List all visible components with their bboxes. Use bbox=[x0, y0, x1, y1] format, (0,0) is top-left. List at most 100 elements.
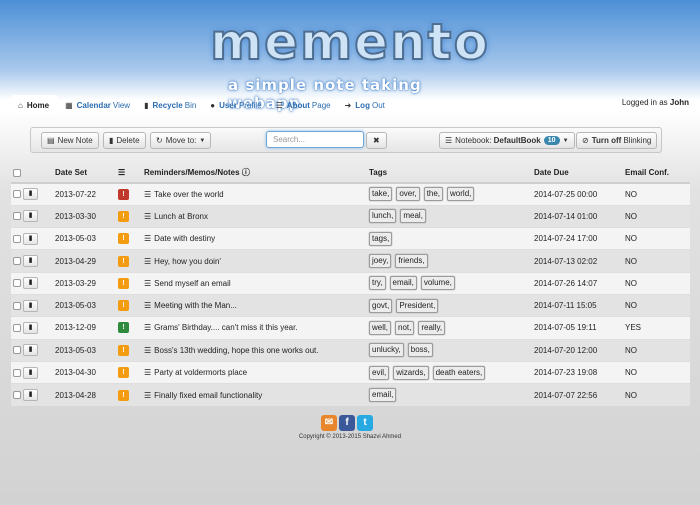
table-row[interactable]: ▮ 2013-04-30! ☰ Party at voldermorts place e… bbox=[11, 360, 690, 384]
row-checkbox[interactable] bbox=[13, 323, 21, 332]
list-icon: ☰ bbox=[144, 234, 152, 244]
delete-row-button[interactable]: ▮ bbox=[23, 366, 38, 379]
email-conf-cell: NO bbox=[623, 227, 690, 250]
email-conf-cell: NO bbox=[623, 182, 690, 206]
delete-row-button[interactable]: ▮ bbox=[23, 344, 38, 357]
facebook-icon[interactable]: f bbox=[339, 415, 355, 431]
tag-badge[interactable]: death eaters, bbox=[432, 365, 486, 380]
table-row[interactable]: ▮ 2013-05-03! ☰ Boss's 13th wedding, hope t… bbox=[11, 338, 690, 362]
tag-badge[interactable]: wizards, bbox=[393, 365, 429, 380]
note-cell[interactable]: ☰ Finally fixed email functionality bbox=[142, 383, 367, 406]
toggle-blinking-button[interactable]: ⊘ Turn off Blinking bbox=[576, 132, 658, 149]
status-indicator-icon[interactable]: ! bbox=[118, 322, 129, 334]
note-cell[interactable]: ☰ Take over the world bbox=[142, 182, 367, 206]
trash-icon: ▮ bbox=[28, 391, 33, 399]
table-row[interactable]: ▮ 2013-04-29! ☰ Hey, how you doin' joey, frie… bbox=[11, 249, 690, 273]
row-checkbox[interactable] bbox=[13, 257, 21, 266]
col-tags: Tags bbox=[367, 163, 532, 184]
note-cell[interactable]: ☰ Hey, how you doin' bbox=[142, 249, 367, 273]
nav-home[interactable]: ⌂ Home bbox=[11, 95, 59, 115]
tag-badge[interactable]: lunch, bbox=[369, 209, 397, 224]
toolbar: ▤ New Note ▮ Delete ↻ Move to: ▼ ✖ ☰ Not… bbox=[30, 127, 662, 153]
tag-badge[interactable]: email, bbox=[369, 388, 397, 403]
move-to-dropdown[interactable]: ↻ Move to: ▼ bbox=[150, 132, 212, 149]
tag-badge[interactable]: over, bbox=[396, 187, 420, 202]
note-cell[interactable]: ☰ Date with destiny bbox=[142, 227, 367, 250]
note-cell[interactable]: ☰ Send myself an email bbox=[142, 271, 367, 295]
note-cell[interactable]: ☰ Lunch at Bronx bbox=[142, 204, 367, 228]
table-row[interactable]: ▮ 2013-04-28! ☰ Finally fixed email functio… bbox=[11, 383, 690, 406]
delete-button[interactable]: ▮ Delete bbox=[103, 132, 146, 149]
notes-table: Date Set ☰ Reminders/Memos/Notes ⓘ Tags … bbox=[11, 163, 690, 406]
delete-row-button[interactable]: ▮ bbox=[23, 188, 38, 201]
row-checkbox[interactable] bbox=[13, 346, 21, 355]
row-checkbox[interactable] bbox=[13, 301, 21, 310]
tag-badge[interactable]: tags, bbox=[369, 231, 393, 246]
tag-badge[interactable]: joey, bbox=[369, 254, 392, 269]
table-row[interactable]: ▮ 2013-03-30! ☰ Lunch at Bronx lunch, meal, 20… bbox=[11, 204, 690, 228]
status-indicator-icon[interactable]: ! bbox=[118, 344, 129, 356]
tag-badge[interactable]: well, bbox=[369, 320, 392, 335]
tag-badge[interactable]: really, bbox=[418, 320, 446, 335]
nav-logout[interactable]: ➜ Log Out bbox=[338, 95, 392, 115]
tag-badge[interactable]: the, bbox=[423, 187, 444, 202]
notebook-dropdown[interactable]: ☰ Notebook: DefaultBook 10 ▼ bbox=[439, 132, 575, 149]
row-checkbox[interactable] bbox=[13, 368, 21, 377]
status-indicator-icon[interactable]: ! bbox=[118, 255, 129, 267]
tag-badge[interactable]: try, bbox=[369, 276, 386, 291]
row-checkbox[interactable] bbox=[13, 190, 21, 199]
nav-user-profile[interactable]: ● User Profile bbox=[203, 95, 268, 115]
nav-recycle-bin[interactable]: ▮ Recycle Bin bbox=[137, 95, 203, 115]
delete-row-button[interactable]: ▮ bbox=[23, 277, 38, 290]
new-note-button[interactable]: ▤ New Note bbox=[41, 132, 99, 149]
table-row[interactable]: ▮ 2013-05-03! ☰ Meeting with the Man... govt… bbox=[11, 293, 690, 317]
row-checkbox[interactable] bbox=[13, 279, 21, 288]
status-indicator-icon[interactable]: ! bbox=[118, 188, 129, 200]
status-indicator-icon[interactable]: ! bbox=[118, 300, 129, 312]
status-indicator-icon[interactable]: ! bbox=[118, 233, 129, 245]
trash-icon: ▮ bbox=[28, 190, 33, 198]
tag-badge[interactable]: evil, bbox=[369, 365, 390, 380]
note-cell[interactable]: ☰ Boss's 13th wedding, hope this one work… bbox=[142, 338, 367, 362]
select-all-checkbox[interactable] bbox=[13, 168, 21, 177]
delete-row-button[interactable]: ▮ bbox=[23, 299, 38, 312]
email-icon[interactable]: ✉ bbox=[321, 415, 337, 431]
row-checkbox[interactable] bbox=[13, 212, 21, 221]
tag-badge[interactable]: govt, bbox=[369, 298, 393, 313]
table-row[interactable]: ▮ 2013-03-29! ☰ Send myself an email try, ema… bbox=[11, 271, 690, 295]
status-indicator-icon[interactable]: ! bbox=[118, 367, 129, 379]
tag-badge[interactable]: President, bbox=[396, 298, 439, 313]
nav-calendar[interactable]: ▦ Calendar View bbox=[58, 95, 137, 115]
tag-badge[interactable]: unlucky, bbox=[369, 343, 404, 358]
nav-about[interactable]: ☰ About Page bbox=[269, 95, 338, 115]
delete-row-button[interactable]: ▮ bbox=[23, 210, 38, 223]
status-indicator-icon[interactable]: ! bbox=[118, 210, 129, 222]
clear-search-button[interactable]: ✖ bbox=[366, 132, 387, 149]
twitter-icon[interactable]: t bbox=[357, 415, 373, 431]
tag-badge[interactable]: not, bbox=[395, 320, 415, 335]
tag-badge[interactable]: take, bbox=[369, 187, 393, 202]
tag-badge[interactable]: email, bbox=[389, 276, 417, 291]
note-cell[interactable]: ☰ Party at voldermorts place bbox=[142, 360, 367, 384]
table-row[interactable]: ▮ 2013-05-03! ☰ Date with destiny tags, 2014-… bbox=[11, 227, 690, 250]
row-checkbox[interactable] bbox=[13, 391, 21, 400]
tag-badge[interactable]: world, bbox=[447, 187, 475, 202]
delete-row-button[interactable]: ▮ bbox=[23, 389, 38, 402]
note-cell[interactable]: ☰ Grams' Birthday.... can't miss it this … bbox=[142, 316, 367, 340]
table-row[interactable]: ▮ 2013-07-22! ☰ Take over the world take, ove… bbox=[11, 182, 690, 206]
tag-badge[interactable]: boss, bbox=[407, 343, 433, 358]
tag-badge[interactable]: friends, bbox=[395, 254, 428, 269]
trash-icon: ▮ bbox=[28, 368, 33, 376]
search-input[interactable] bbox=[266, 131, 364, 148]
note-cell[interactable]: ☰ Meeting with the Man... bbox=[142, 293, 367, 317]
delete-row-button[interactable]: ▮ bbox=[23, 255, 38, 268]
status-indicator-icon[interactable]: ! bbox=[118, 389, 129, 401]
tag-badge[interactable]: meal, bbox=[400, 209, 426, 224]
row-checkbox[interactable] bbox=[13, 234, 21, 243]
table-row[interactable]: ▮ 2013-12-09! ☰ Grams' Birthday.... can't m… bbox=[11, 316, 690, 340]
email-conf-cell: NO bbox=[623, 338, 690, 362]
delete-row-button[interactable]: ▮ bbox=[23, 321, 38, 334]
delete-row-button[interactable]: ▮ bbox=[23, 232, 38, 245]
status-indicator-icon[interactable]: ! bbox=[118, 277, 129, 289]
tag-badge[interactable]: volume, bbox=[420, 276, 455, 291]
